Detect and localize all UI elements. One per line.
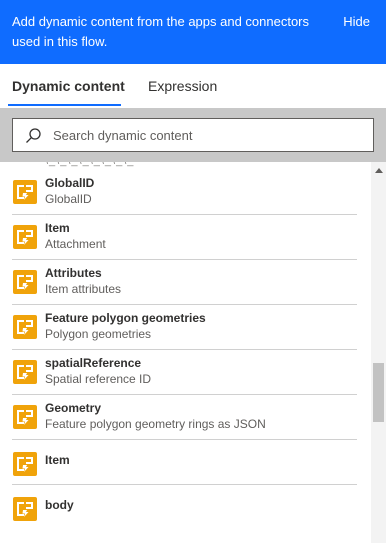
flow-action-icon [13,497,37,521]
search-icon [23,126,43,146]
active-tab-indicator [8,104,121,106]
list-item[interactable]: Geometry Feature polygon geometry rings a… [0,395,371,440]
flow-action-icon [13,180,37,204]
list-item-description: Feature polygon geometry rings as JSON [45,417,266,431]
tab-expression[interactable]: Expression [148,77,217,95]
list-item-name: body [45,498,74,512]
search-input[interactable] [53,119,363,151]
scroll-up-arrow-icon[interactable] [375,168,383,173]
list-scrollbar[interactable] [371,162,386,543]
flow-action-icon [13,360,37,384]
info-banner: Add dynamic content from the apps and co… [0,0,386,64]
search-area [0,108,386,162]
hide-button[interactable]: Hide [343,12,370,32]
partially-hidden-item-label: \_\_\_\_\_\_\_\_ [45,162,134,167]
list-item[interactable]: Feature polygon geometries Polygon geomet… [0,305,371,350]
list-item[interactable]: body [0,485,371,530]
list-item-name: spatialReference [45,356,142,370]
search-box[interactable] [12,118,374,152]
list-item[interactable]: Item Attachment [0,215,371,260]
list-item-description: Item attributes [45,282,122,296]
banner-message: Add dynamic content from the apps and co… [12,14,310,49]
list-item-description: GlobalID [45,192,92,206]
flow-action-icon [13,452,37,476]
list-item[interactable]: Item [0,440,371,485]
list-item-name: Item [45,453,70,467]
tab-dynamic-content[interactable]: Dynamic content [12,77,125,95]
list-item[interactable]: GlobalID GlobalID [0,170,371,215]
list-item-description: Attachment [45,237,106,251]
list-item-name: GlobalID [45,176,95,190]
flow-action-icon [13,315,37,339]
list-item-name: Item [45,221,70,235]
list-item-description: Polygon geometries [45,327,152,341]
scrollbar-thumb[interactable] [373,363,384,422]
list-item-name: Feature polygon geometries [45,311,206,325]
list-item[interactable]: Attributes Item attributes [0,260,371,305]
dynamic-content-list: \_\_\_\_\_\_\_\_ GlobalID GlobalID Item Att… [0,162,371,543]
list-item[interactable]: spatialReference Spatial reference ID [0,350,371,395]
list-item-description: Spatial reference ID [45,372,152,386]
flow-action-icon [13,405,37,429]
flow-action-icon [13,225,37,249]
flow-action-icon [13,270,37,294]
list-item-name: Geometry [45,401,102,415]
list-item-name: Attributes [45,266,102,280]
tab-bar: Dynamic content Expression [0,64,386,108]
